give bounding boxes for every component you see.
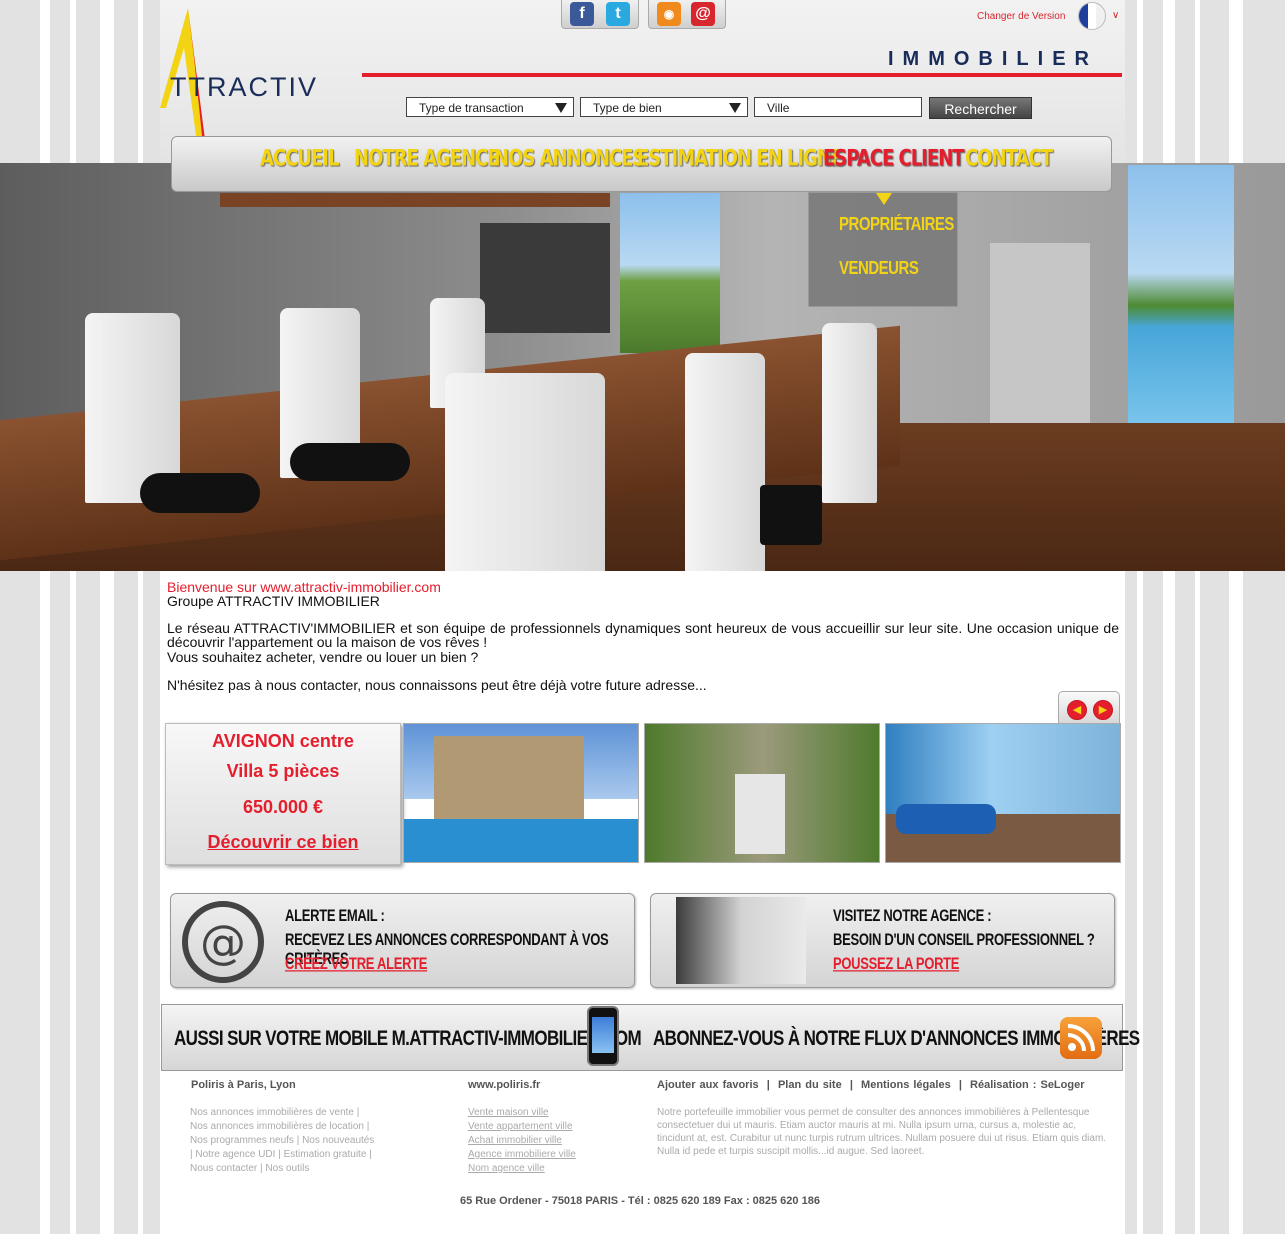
social-box-right: ◉ @ bbox=[648, 0, 726, 29]
bien-select[interactable]: Type de bien bbox=[580, 97, 748, 117]
search-button[interactable]: Rechercher bbox=[929, 97, 1032, 119]
mobile-site-link[interactable]: AUSSI SUR VOTRE MOBILE M.ATTRACTIV-IMMOB… bbox=[174, 1026, 642, 1051]
footer-link[interactable]: Agence immobiliere ville bbox=[468, 1148, 628, 1162]
nav-item-nos-annonces[interactable]: NOS ANNONCES bbox=[494, 145, 645, 171]
logo-red-line bbox=[362, 73, 1122, 77]
french-flag-icon[interactable] bbox=[1078, 2, 1106, 30]
featured-link[interactable]: Découvrir ce bien bbox=[166, 832, 400, 853]
nav-item-contact[interactable]: CONTACT bbox=[965, 145, 1053, 171]
footer-description: Notre portefeuille immobilier vous perme… bbox=[657, 1107, 1107, 1157]
chevron-down-icon[interactable]: ∨ bbox=[1112, 10, 1119, 21]
visit-link[interactable]: POUSSEZ LA PORTE bbox=[833, 954, 959, 973]
nav-item-accueil[interactable]: ACCUEIL bbox=[260, 145, 339, 171]
arrow-left-icon[interactable]: ◀ bbox=[1067, 700, 1087, 720]
footer-link[interactable]: Nous contacter | Nos outils bbox=[190, 1162, 410, 1176]
footer-separator: | bbox=[766, 1079, 770, 1091]
rss-icon[interactable]: ◉ bbox=[657, 2, 681, 26]
footer-col2-links: Vente maison ville Vente appartement vil… bbox=[468, 1106, 628, 1176]
footer-col3-links: Ajouter aux favoris | Plan du site | Men… bbox=[657, 1079, 1085, 1091]
footer-link[interactable]: Achat immobilier ville bbox=[468, 1134, 628, 1148]
featured-city: AVIGNON centre bbox=[212, 731, 354, 751]
svg-text:@: @ bbox=[200, 915, 246, 969]
bien-select-value: Type de bien bbox=[593, 101, 662, 115]
ville-input[interactable]: Ville bbox=[754, 97, 922, 117]
footer-separator: | bbox=[958, 1079, 962, 1091]
triangle-down-icon bbox=[555, 103, 567, 113]
group-name: Groupe ATTRACTIV IMMOBILIER bbox=[167, 593, 380, 609]
footer-link[interactable]: Vente appartement ville bbox=[468, 1120, 628, 1134]
hero-image bbox=[0, 163, 1285, 571]
footer-col1-title: Poliris à Paris, Lyon bbox=[191, 1079, 296, 1091]
twitter-icon[interactable]: t bbox=[606, 2, 630, 26]
nav-item-espace-client[interactable]: ESPACE CLIENT bbox=[823, 145, 965, 171]
plan-du-site-link[interactable]: Plan du site bbox=[778, 1079, 842, 1091]
email-icon[interactable]: @ bbox=[691, 2, 715, 26]
logo-text[interactable]: TTRACTIV bbox=[170, 72, 318, 103]
footer-link[interactable]: Nos programmes neufs | Nos nouveautés bbox=[190, 1134, 410, 1148]
alert-link[interactable]: CRÉEZ VOTRE ALERTE bbox=[285, 954, 427, 973]
rss-feed-icon[interactable] bbox=[1060, 1017, 1102, 1059]
footer-address: 65 Rue Ordener - 75018 PARIS - Tél : 082… bbox=[460, 1195, 820, 1207]
dropdown-item-proprietaires[interactable]: PROPRIÉTAIRES bbox=[839, 214, 954, 234]
featured-listing[interactable]: AVIGNON centre Villa 5 pièces 650.000 € … bbox=[165, 723, 401, 865]
footer-col1-links: Nos annonces immobilières de vente | Nos… bbox=[190, 1106, 410, 1176]
espace-client-dropdown bbox=[808, 192, 958, 307]
nav-item-estimation[interactable]: ESTIMATION EN LIGNE bbox=[637, 145, 843, 171]
intro-paragraph: Le réseau ATTRACTIV'IMMOBILIER et son éq… bbox=[167, 620, 1119, 650]
smartphone-icon bbox=[587, 1006, 619, 1066]
featured-price: 650.000 € bbox=[242, 797, 324, 817]
footer-link[interactable]: Nos annonces immobilières de location | bbox=[190, 1120, 410, 1134]
at-sign-icon: @ bbox=[182, 901, 264, 983]
footer-col2-title: www.poliris.fr bbox=[468, 1079, 541, 1091]
footer-link[interactable]: Vente maison ville bbox=[468, 1106, 628, 1120]
transaction-select[interactable]: Type de transaction bbox=[406, 97, 574, 117]
favoris-link[interactable]: Ajouter aux favoris bbox=[657, 1079, 759, 1091]
listing-thumbnail[interactable] bbox=[403, 723, 639, 863]
ville-placeholder: Ville bbox=[767, 101, 790, 115]
footer-link[interactable]: Nos annonces immobilières de vente | bbox=[190, 1106, 410, 1120]
intro-question: Vous souhaitez acheter, vendre ou louer … bbox=[167, 649, 479, 665]
nav-item-notre-agence[interactable]: NOTRE AGENCE bbox=[354, 145, 500, 171]
logo-immobilier: IMMOBILIER bbox=[888, 48, 1098, 70]
agency-photo bbox=[676, 897, 806, 984]
carousel-controls: ◀ ▶ bbox=[1058, 691, 1120, 723]
featured-type: Villa 5 pièces bbox=[226, 761, 340, 781]
dropdown-item-vendeurs[interactable]: VENDEURS bbox=[839, 258, 919, 278]
facebook-icon[interactable]: f bbox=[570, 2, 594, 26]
footer-link[interactable]: Nom agence ville bbox=[468, 1162, 628, 1176]
triangle-down-icon bbox=[729, 103, 741, 113]
mentions-legales-link[interactable]: Mentions légales bbox=[861, 1079, 951, 1091]
realisation-link[interactable]: Réalisation : SeLoger bbox=[970, 1079, 1084, 1091]
email-alert-box: @ ALERTE EMAIL : RECEVEZ LES ANNONCES CO… bbox=[170, 893, 635, 988]
dropdown-pointer-icon bbox=[876, 193, 892, 205]
transaction-select-value: Type de transaction bbox=[419, 101, 524, 115]
footer-link[interactable]: | Notre agence UDI | Estimation gratuite… bbox=[190, 1148, 410, 1162]
footer-separator: | bbox=[849, 1079, 853, 1091]
visit-agency-box: VISITEZ NOTRE AGENCE : BESOIN D'UN CONSE… bbox=[650, 893, 1115, 988]
listing-thumbnail[interactable] bbox=[885, 723, 1121, 863]
visit-text: BESOIN D'UN CONSEIL PROFESSIONNEL ? bbox=[833, 930, 1095, 949]
visit-title: VISITEZ NOTRE AGENCE : bbox=[833, 906, 992, 925]
alert-title: ALERTE EMAIL : bbox=[285, 906, 385, 925]
social-box-left: f t bbox=[561, 0, 639, 29]
arrow-right-icon[interactable]: ▶ bbox=[1093, 700, 1113, 720]
changer-version-link[interactable]: Changer de Version bbox=[977, 11, 1065, 22]
intro-contact: N'hésitez pas à nous contacter, nous con… bbox=[167, 677, 707, 693]
listing-thumbnail[interactable] bbox=[644, 723, 880, 863]
